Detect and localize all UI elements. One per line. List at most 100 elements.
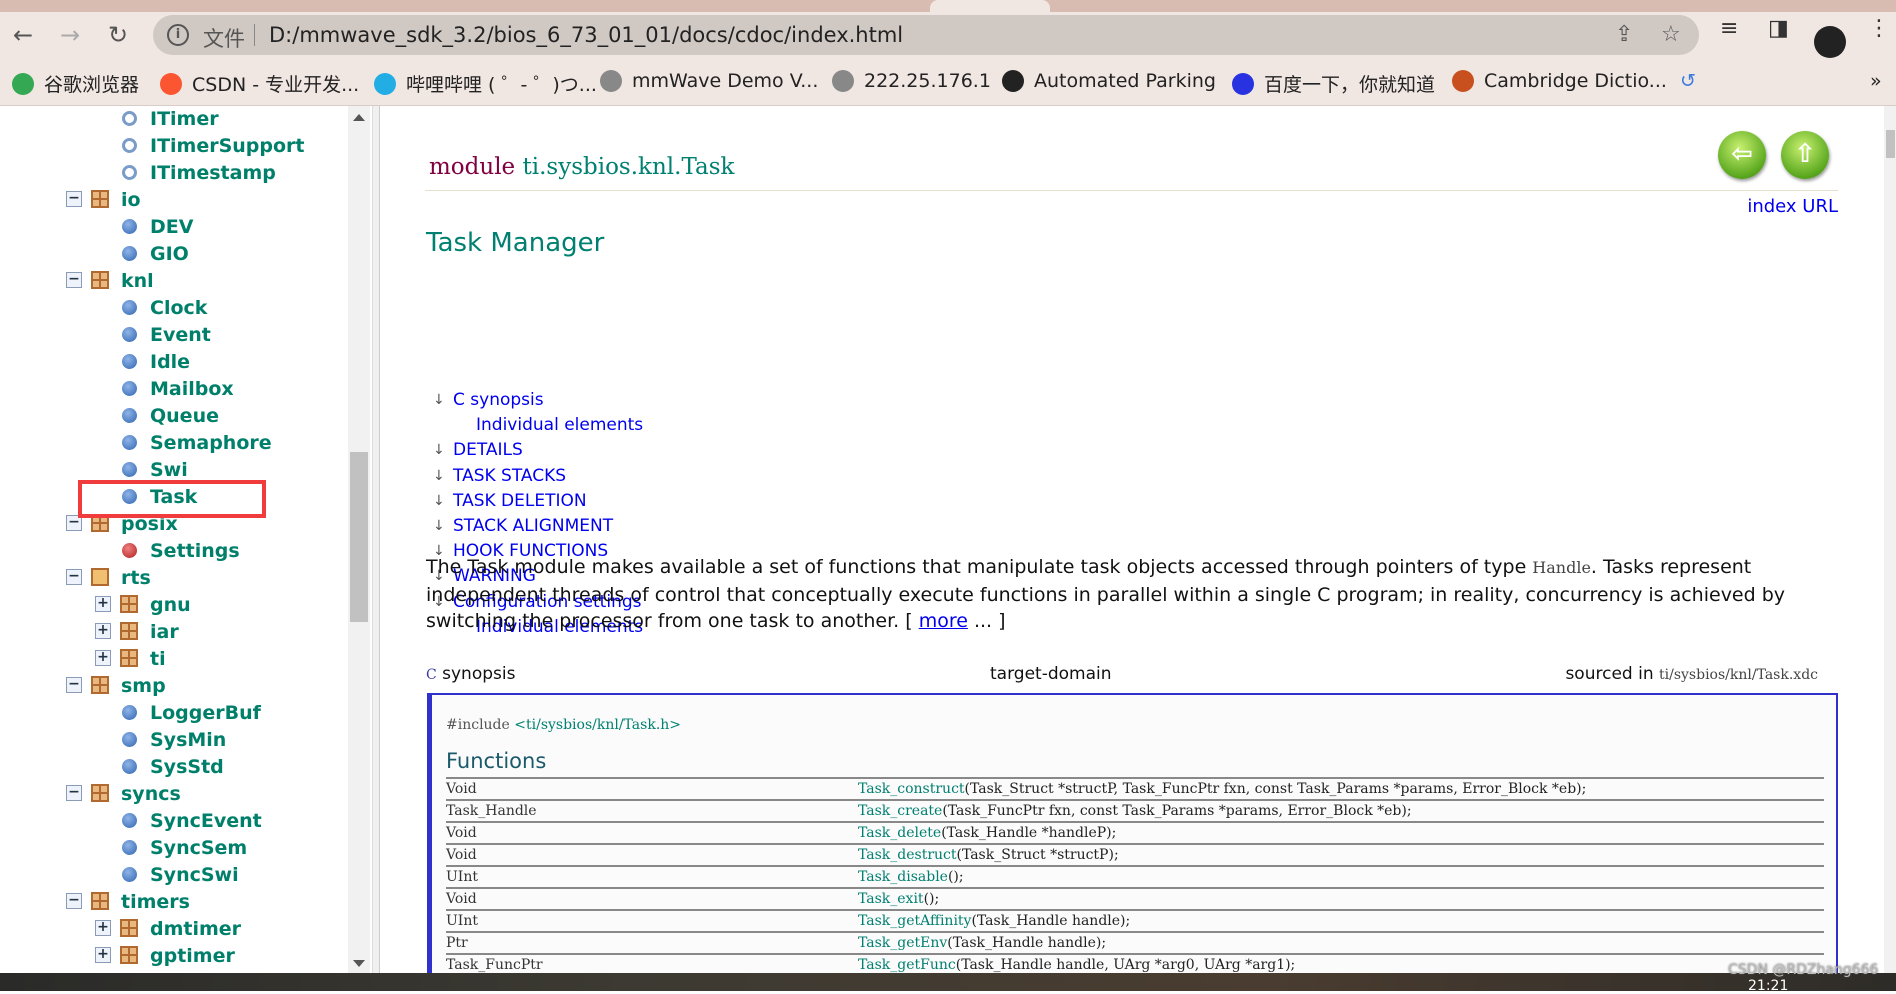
bookmark-item[interactable]: 谷歌浏览器 [12,70,139,97]
side-panel-icon[interactable]: ◨ [1768,16,1789,41]
back-icon[interactable]: ← [8,20,38,50]
function-name-link[interactable]: Task_disable [858,869,948,885]
history-icon[interactable]: ↺ [1680,70,1696,92]
function-signature: Task_getAffinity(Task_Handle handle); [858,911,1130,931]
function-name-link[interactable]: Task_construct [858,781,965,797]
frame-divider[interactable] [372,106,380,973]
toc-link[interactable]: Individual elements [476,415,643,435]
function-name-link[interactable]: Task_exit [858,891,924,907]
active-tab[interactable] [930,0,1050,12]
expand-icon[interactable]: + [95,650,111,666]
tree-item-sysmin[interactable]: SysMin [0,726,340,753]
expand-icon[interactable]: + [95,596,111,612]
function-name-link[interactable]: Task_delete [858,825,941,841]
index-url-link[interactable]: index URL [1747,196,1838,217]
collapse-icon[interactable]: − [66,569,82,585]
tree-item-settings[interactable]: Settings [0,537,340,564]
tree-item-syncs[interactable]: − syncs [0,780,340,807]
tree-item-dev[interactable]: DEV [0,213,340,240]
tree-item-sysstd[interactable]: SysStd [0,753,340,780]
bookmark-item[interactable]: Automated Parking [1002,70,1216,92]
tree-item-syncsem[interactable]: SyncSem [0,834,340,861]
tree-item-swi[interactable]: Swi [0,456,340,483]
tree-item-event[interactable]: Event [0,321,340,348]
tree-item-gio[interactable]: GIO [0,240,340,267]
tree-item-io[interactable]: − io [0,186,340,213]
module-icon [122,327,137,342]
back-arrow-icon[interactable]: ⇦ [1718,131,1766,179]
module-icon [122,705,137,720]
toc-link[interactable]: ↓ C synopsis [433,390,544,410]
page-scroll-thumb[interactable] [1886,130,1895,158]
tree-item-queue[interactable]: Queue [0,402,340,429]
up-arrow-icon[interactable]: ⇧ [1781,131,1829,179]
tree-item-syncswi[interactable]: SyncSwi [0,861,340,888]
expand-icon[interactable]: + [95,920,111,936]
tree-item-smp[interactable]: − smp [0,672,340,699]
reading-list-icon[interactable]: ≡ [1720,16,1738,41]
function-name-link[interactable]: Task_getEnv [858,935,947,951]
sidebar-scroll-thumb[interactable] [350,452,368,622]
bookmark-item[interactable]: mmWave Demo V... [600,70,818,92]
toc-link[interactable]: ↓ TASK DELETION [433,491,587,511]
tree-item-knl[interactable]: − knl [0,267,340,294]
bookmark-item[interactable]: 222.25.176.1 [832,70,991,92]
tree-item-gnu[interactable]: + gnu [0,591,340,618]
tree-item-itimestamp[interactable]: ITimestamp [0,159,340,186]
tree-item-itimer[interactable]: ITimer [0,106,340,132]
bookmark-item[interactable]: CSDN - 专业开发... [160,70,359,97]
tree-item-semaphore[interactable]: Semaphore [0,429,340,456]
tree-item-syncevent[interactable]: SyncEvent [0,807,340,834]
toc-label: TASK STACKS [453,465,567,486]
more-bookmarks-icon[interactable]: » [1870,70,1882,92]
function-name-link[interactable]: Task_create [858,803,942,819]
tree-item-ti[interactable]: + ti [0,645,340,672]
scroll-up-icon[interactable] [353,114,365,121]
scroll-down-icon[interactable] [353,960,365,967]
page-scrollbar[interactable] [1884,106,1896,973]
down-arrow-icon: ↓ [433,442,445,459]
tree-item-mailbox[interactable]: Mailbox [0,375,340,402]
bookmark-item[interactable]: 百度一下，你就知道 [1232,70,1435,97]
share-icon[interactable]: ⇪ [1615,22,1633,47]
function-name-link[interactable]: Task_getFunc [858,957,956,973]
tree-item-clock[interactable]: Clock [0,294,340,321]
toc-link[interactable]: ↓ DETAILS [433,440,523,460]
collapse-icon[interactable]: − [66,191,82,207]
star-icon[interactable]: ☆ [1661,22,1681,47]
collapse-icon[interactable]: − [66,272,82,288]
menu-icon[interactable]: ⋮ [1868,16,1890,41]
address-bar[interactable]: i 文件 D:/mmwave_sdk_3.2/bios_6_73_01_01/d… [153,15,1699,55]
forward-icon[interactable]: → [55,20,85,50]
compass-icon [1002,70,1024,92]
profile-avatar[interactable] [1814,26,1846,58]
tree-item-dmtimer[interactable]: + dmtimer [0,915,340,942]
info-icon[interactable]: i [167,24,189,46]
function-name-link[interactable]: Task_destruct [858,847,957,863]
function-name-link[interactable]: Task_getAffinity [858,913,971,929]
tree-item-label: io [121,188,141,211]
collapse-icon[interactable]: − [66,785,82,801]
tree-item-label: Idle [150,350,191,373]
expand-icon[interactable]: + [95,947,111,963]
collapse-icon[interactable]: − [66,893,82,909]
url-text[interactable]: D:/mmwave_sdk_3.2/bios_6_73_01_01/docs/c… [269,23,903,47]
module-icon [122,840,137,855]
bookmark-item[interactable]: 哔哩哔哩 ( ゜- ゜)つ... [374,70,597,97]
reload-icon[interactable]: ↻ [103,20,133,50]
tree-item-idle[interactable]: Idle [0,348,340,375]
toc-link[interactable]: ↓ TASK STACKS [433,465,567,486]
toc-link[interactable]: ↓ STACK ALIGNMENT [433,516,613,536]
tree-item-label: Queue [150,404,219,427]
tree-item-loggerbuf[interactable]: LoggerBuf [0,699,340,726]
tree-item-rts[interactable]: − rts [0,564,340,591]
expand-icon[interactable]: + [95,623,111,639]
tree-item-iar[interactable]: + iar [0,618,340,645]
tree-item-itimersupport[interactable]: ITimerSupport [0,132,340,159]
tree-item-gptimer[interactable]: + gptimer [0,942,340,969]
more-link[interactable]: more [919,610,968,632]
collapse-icon[interactable]: − [66,677,82,693]
tree-item-timers[interactable]: − timers [0,888,340,915]
bookmark-item[interactable]: Cambridge Dictio... [1452,70,1667,92]
interface-icon [122,138,137,153]
